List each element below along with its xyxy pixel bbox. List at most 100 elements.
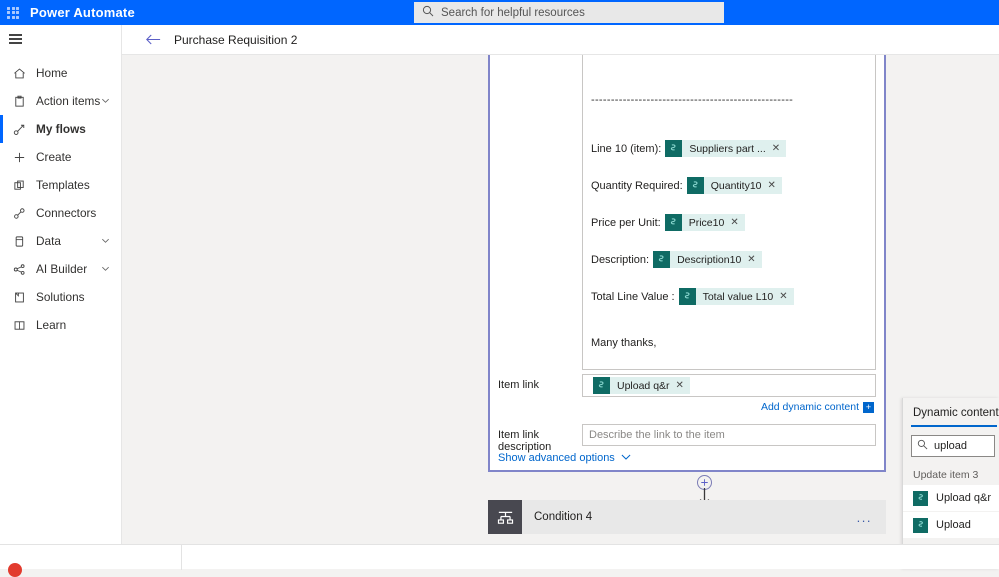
selected-action-card[interactable]: ----------------------------------------… (488, 55, 886, 472)
left-navigation-rail: Home Action items My flows Create Templa… (0, 25, 122, 544)
sidebar-item-solutions[interactable]: Solutions (0, 283, 121, 311)
top-brand-bar: Power Automate Search for helpful resour… (0, 0, 999, 25)
ellipsis-icon[interactable]: ... (857, 510, 872, 525)
item-link-label: Item link (498, 379, 539, 391)
email-line-row: Description: Description10 ✕ (591, 251, 867, 268)
dynamic-content-title: Dynamic content (913, 407, 999, 419)
show-advanced-options-label: Show advanced options (498, 452, 615, 464)
email-line-label: Line 10 (item): (591, 142, 662, 155)
dynamic-content-item-upload[interactable]: Upload (903, 512, 999, 538)
close-icon[interactable]: ✕ (779, 291, 793, 302)
book-icon (13, 319, 31, 332)
connectors-icon (13, 207, 31, 220)
sidebar-item-action-items[interactable]: Action items (0, 87, 121, 115)
brand-title: Power Automate (30, 5, 135, 20)
clipboard-icon (13, 95, 31, 108)
sidebar-item-label: Connectors (36, 206, 97, 220)
sidebar-item-label: Home (36, 66, 68, 80)
solutions-icon (13, 291, 31, 304)
hamburger-menu-icon[interactable] (0, 25, 121, 53)
sidebar-item-label: Data (36, 234, 61, 248)
sidebar-item-label: Action items (36, 94, 101, 108)
dynamic-content-token[interactable]: Suppliers part ... ✕ (665, 140, 787, 157)
sidebar-item-data[interactable]: Data (0, 227, 121, 255)
dynamic-content-token[interactable]: Total value L10 ✕ (678, 288, 794, 305)
chevron-down-icon[interactable] (101, 262, 110, 276)
dynamic-content-token[interactable]: Upload q&r ✕ (593, 377, 690, 394)
sidebar-item-label: Templates (36, 178, 90, 192)
dynamic-content-token[interactable]: Price10 ✕ (664, 214, 745, 231)
sidebar-item-label: Learn (36, 318, 67, 332)
email-line-label: Quantity Required: (591, 179, 683, 192)
flow-canvas: ----------------------------------------… (122, 55, 999, 544)
email-line-row: Price per Unit: Price10 ✕ (591, 214, 867, 231)
email-separator-line: ----------------------------------------… (591, 94, 794, 106)
app-launcher-icon[interactable] (0, 0, 26, 25)
dynamic-content-token-icon (664, 214, 682, 231)
global-search-placeholder: Search for helpful resources (441, 6, 585, 19)
close-icon[interactable]: ✕ (768, 180, 782, 191)
dynamic-content-item-upload-qr[interactable]: Upload q&r (903, 485, 999, 511)
command-bar: Purchase Requisition 2 (122, 25, 999, 55)
item-link-description-input[interactable]: Describe the link to the item (582, 424, 876, 446)
database-icon (13, 235, 31, 248)
close-icon[interactable]: ✕ (676, 380, 690, 391)
ai-builder-icon (13, 263, 31, 276)
dynamic-content-search-input[interactable]: upload (911, 435, 995, 457)
email-line-label: Total Line Value : (591, 290, 675, 303)
dynamic-content-token[interactable]: Quantity10 ✕ (686, 177, 782, 194)
home-icon (13, 67, 31, 80)
close-icon[interactable]: ✕ (730, 217, 744, 228)
token-label: Price10 (688, 216, 725, 229)
dynamic-content-item-label: Upload q&r (936, 492, 992, 504)
sidebar-item-templates[interactable]: Templates (0, 171, 121, 199)
add-dynamic-content-icon: + (863, 401, 874, 413)
dynamic-content-token-icon (913, 490, 928, 506)
bottom-strip-divider (181, 545, 182, 570)
email-body-field[interactable]: ----------------------------------------… (582, 55, 876, 370)
sidebar-item-label: AI Builder (36, 262, 88, 276)
search-icon (917, 439, 928, 453)
dynamic-content-token[interactable]: Description10 ✕ (653, 251, 762, 268)
item-link-description-row: Item link description Describe the link … (498, 424, 876, 453)
item-link-row: Item link Upload q&r ✕ (498, 374, 876, 397)
token-label: Suppliers part ... (689, 142, 766, 155)
item-link-input[interactable]: Upload q&r ✕ (582, 374, 876, 397)
token-label: Description10 (677, 253, 742, 266)
email-closing-row: Many thanks, (591, 337, 867, 349)
sidebar-item-home[interactable]: Home (0, 59, 121, 87)
condition-node[interactable]: Condition 4 ... (488, 500, 886, 534)
close-icon[interactable]: ✕ (747, 254, 761, 265)
sidebar-item-connectors[interactable]: Connectors (0, 199, 121, 227)
sidebar-item-learn[interactable]: Learn (0, 311, 121, 339)
chevron-down-icon[interactable] (101, 234, 110, 248)
nav-list: Home Action items My flows Create Templa… (0, 59, 121, 339)
token-label: Total value L10 (702, 290, 774, 303)
chevron-down-icon[interactable] (101, 94, 110, 108)
sidebar-item-ai-builder[interactable]: AI Builder (0, 255, 121, 283)
back-arrow-icon[interactable] (140, 25, 166, 55)
page-title: Purchase Requisition 2 (174, 32, 298, 47)
item-link-description-label: Item link description (498, 429, 552, 453)
sidebar-item-my-flows[interactable]: My flows (0, 115, 121, 143)
item-link-description-placeholder: Describe the link to the item (589, 429, 725, 441)
add-dynamic-content-button[interactable]: Add dynamic content + (761, 401, 874, 413)
sidebar-item-label: Solutions (36, 290, 85, 304)
email-line-row: Quantity Required: Quantity10 ✕ (591, 177, 867, 194)
show-advanced-options-button[interactable]: Show advanced options (498, 452, 631, 464)
dynamic-content-search-wrap: upload (903, 427, 999, 463)
sidebar-item-create[interactable]: Create (0, 143, 121, 171)
dynamic-content-group-label: Update item 3 (913, 469, 979, 481)
email-line-row: Total Line Value : Total value L10 ✕ (591, 288, 867, 305)
email-line-label: Description: (591, 253, 650, 266)
email-line-row: Line 10 (item): Suppliers part ... ✕ (591, 140, 867, 157)
sidebar-item-label: Create (36, 150, 72, 164)
dynamic-content-token-icon (593, 377, 610, 394)
close-icon[interactable]: ✕ (772, 143, 786, 154)
add-dynamic-content-label: Add dynamic content (760, 401, 859, 413)
notification-badge-icon[interactable] (8, 563, 22, 577)
token-label: Quantity10 (710, 179, 762, 192)
global-search-box[interactable]: Search for helpful resources (414, 2, 724, 23)
templates-icon (13, 179, 31, 192)
dynamic-content-token-icon (653, 251, 671, 268)
